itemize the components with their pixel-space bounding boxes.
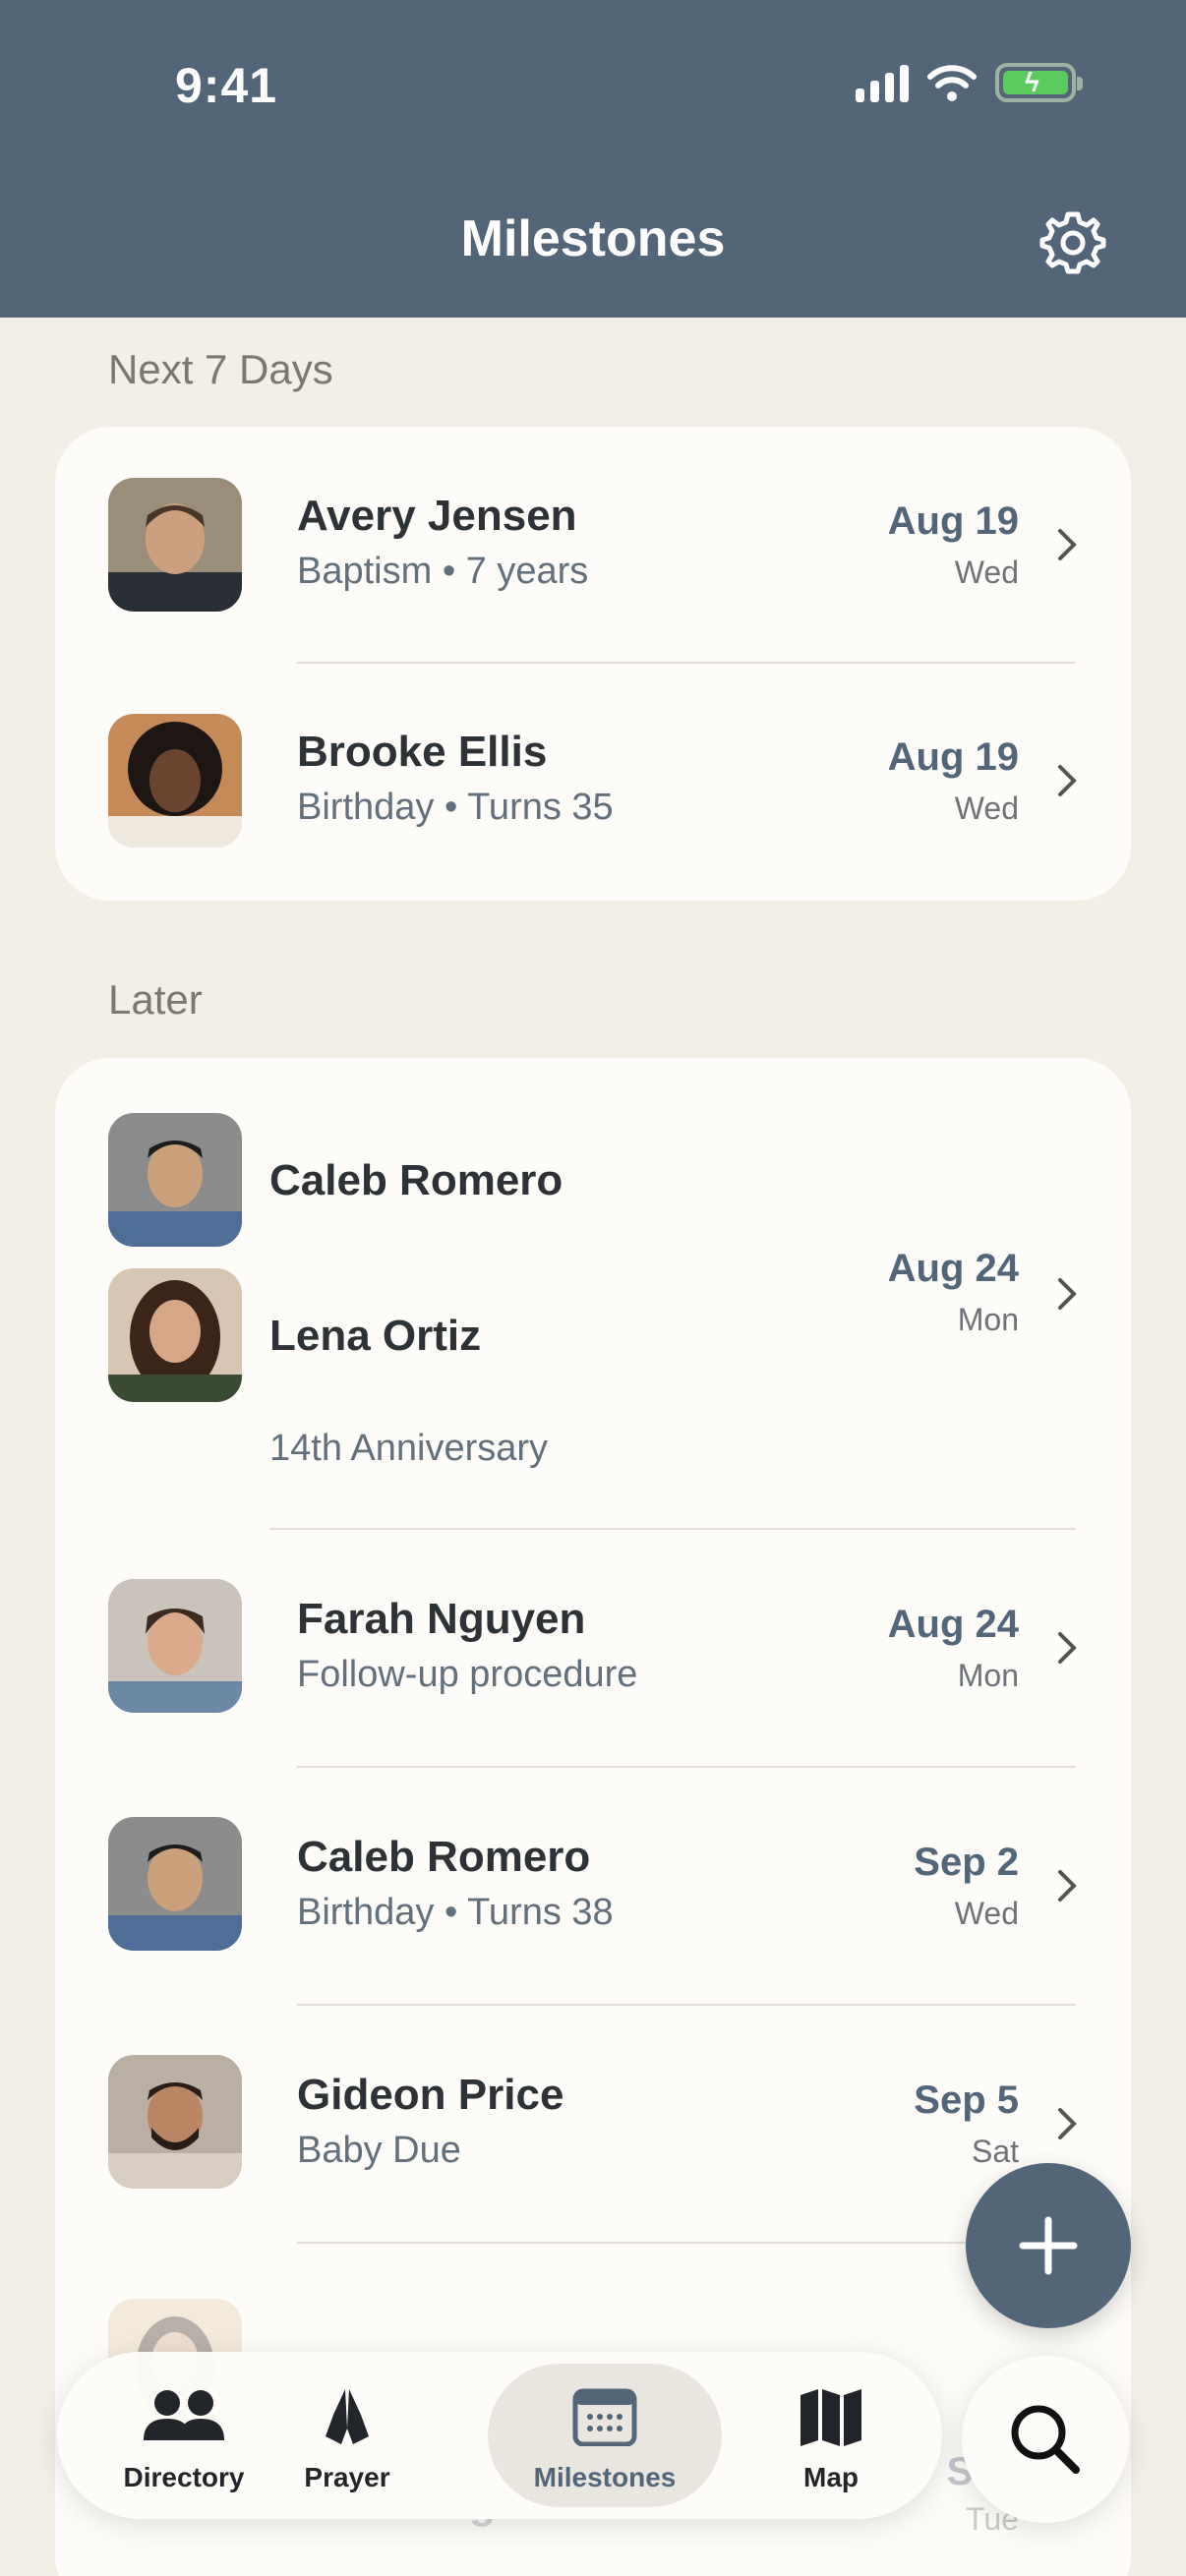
chevron-right-icon: [1058, 765, 1077, 796]
avatar: [108, 2055, 242, 2189]
avatar: [108, 1113, 242, 1247]
search-icon: [1011, 2405, 1080, 2474]
milestone-name: Farah Nguyen: [297, 1595, 586, 1643]
add-milestone-button[interactable]: [966, 2163, 1131, 2328]
calendar-icon: [572, 2388, 637, 2446]
milestone-name: Brooke Ellis: [297, 728, 548, 776]
tab-label: Milestones: [533, 2462, 677, 2492]
map-icon: [801, 2389, 861, 2446]
milestone-date: Sep 5: [914, 2078, 1019, 2122]
chevron-right-icon: [1058, 1278, 1077, 1310]
avatar: [108, 1817, 242, 1951]
avatar: [108, 478, 242, 612]
milestone-date: Aug 24: [887, 1247, 1019, 1290]
search-button[interactable]: [962, 2356, 1129, 2523]
status-time: 9:41: [175, 58, 278, 113]
plus-icon: [1019, 2216, 1078, 2275]
milestone-day: Mon: [957, 1302, 1019, 1337]
chevron-right-icon: [1058, 2108, 1077, 2139]
milestone-day: Wed: [954, 1896, 1019, 1931]
avatar: [108, 1268, 242, 1402]
chevron-right-icon: [1058, 1870, 1077, 1902]
milestone-detail: Baptism • 7 years: [297, 551, 589, 592]
couple-name-2: Lena Ortiz: [269, 1312, 482, 1360]
milestone-date: Aug 24: [887, 1603, 1019, 1646]
couple-name-1: Caleb Romero: [269, 1156, 563, 1204]
milestone-row[interactable]: Caleb Romero Birthday • Turns 38 Sep 2 W…: [55, 1768, 1131, 2006]
milestone-detail: Birthday • Turns 38: [297, 1892, 614, 1933]
milestone-name: Avery Jensen: [297, 492, 577, 540]
section-label-later: Later: [108, 976, 203, 1023]
page-title: Milestones: [460, 210, 726, 267]
tab-map[interactable]: Map: [726, 2352, 936, 2519]
milestone-day: Wed: [954, 790, 1019, 826]
milestone-detail: 14th Anniversary: [269, 1428, 549, 1469]
tab-milestones[interactable]: Milestones: [488, 2352, 722, 2519]
milestone-day: Mon: [957, 1658, 1019, 1693]
milestone-name: Caleb Romero: [297, 1833, 591, 1881]
milestone-day: Wed: [954, 555, 1019, 590]
battery-icon: ϟ: [995, 63, 1083, 102]
later-card: Caleb Romero Lena Ortiz 14th Anniversary…: [55, 1058, 1131, 2576]
milestone-row[interactable]: Avery Jensen Baptism • 7 years Aug 19 We…: [55, 427, 1131, 663]
milestone-row[interactable]: Farah Nguyen Follow-up procedure Aug 24 …: [55, 1530, 1131, 1768]
praying-hands-icon: [326, 2389, 369, 2444]
cellular-signal-icon: [856, 63, 909, 102]
milestone-date: Aug 19: [887, 735, 1019, 779]
milestone-detail: Birthday • Turns 35: [297, 787, 614, 828]
tab-prayer[interactable]: Prayer: [242, 2352, 452, 2519]
milestone-row[interactable]: Brooke Ellis Birthday • Turns 35 Aug 19 …: [55, 663, 1131, 901]
wifi-icon: [927, 65, 977, 101]
milestone-name: Gideon Price: [297, 2071, 564, 2119]
tab-label: Prayer: [304, 2462, 390, 2492]
tab-label: Map: [803, 2462, 859, 2492]
gear-icon[interactable]: [1038, 208, 1107, 277]
milestone-detail: Baby Due: [297, 2130, 461, 2171]
avatar: [108, 1579, 242, 1713]
people-icon: [144, 2390, 224, 2440]
chevron-right-icon: [1058, 1632, 1077, 1664]
status-icons: ϟ: [856, 63, 1083, 102]
milestone-date: Aug 19: [887, 499, 1019, 543]
next-7-days-card: Avery Jensen Baptism • 7 years Aug 19 We…: [55, 427, 1131, 901]
tab-bar: Directory Prayer Milestones Map: [57, 2352, 942, 2519]
section-label-next-7-days: Next 7 Days: [108, 346, 333, 392]
milestone-date: Sep 2: [914, 1841, 1019, 1884]
milestone-row-anniversary[interactable]: Caleb Romero Lena Ortiz 14th Anniversary…: [55, 1058, 1131, 1530]
milestone-detail: Follow-up procedure: [297, 1654, 638, 1695]
header-bar: 9:41 ϟ Milestones: [0, 0, 1186, 318]
chevron-right-icon: [1058, 529, 1077, 560]
avatar: [108, 714, 242, 848]
